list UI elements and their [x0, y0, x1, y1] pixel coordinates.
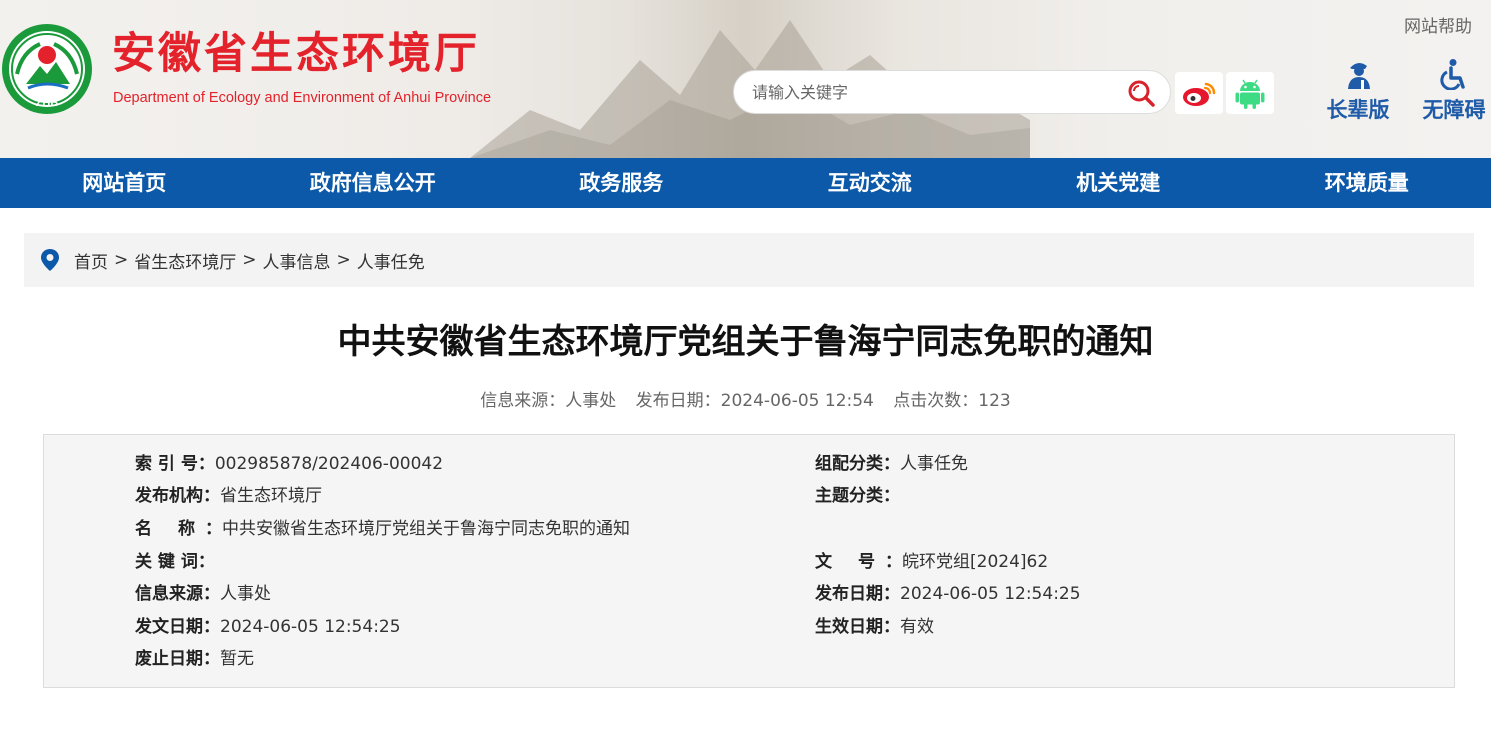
android-icon — [1235, 79, 1265, 109]
info-category-label: 组配分类： — [815, 454, 900, 474]
breadcrumb-separator: > — [336, 250, 351, 270]
info-row-effective: 生效日期：有效 — [815, 611, 934, 643]
info-docno-value: 皖环党组[2024]62 — [902, 552, 1049, 572]
info-row-org: 发布机构：省生态环境厅 — [135, 480, 322, 512]
article-title: 中共安徽省生态环境厅党组关于鲁海宁同志免职的通知 — [337, 322, 1154, 362]
breadcrumb-department[interactable]: 省生态环境厅 — [134, 248, 236, 273]
info-issuedate-label: 发文日期： — [135, 617, 220, 637]
info-name-value: 中共安徽省生态环境厅党组关于鲁海宁同志免职的通知 — [222, 519, 630, 539]
nav-item-party[interactable]: 机关党建 — [994, 158, 1243, 208]
elder-mode-label: 长辈版 — [1326, 98, 1390, 122]
info-index-label: 索 引 号： — [135, 454, 215, 474]
info-row-pubdate: 发布日期：2024-06-05 12:54:25 — [815, 578, 1081, 610]
info-row-docno: 文 号：皖环党组[2024]62 — [815, 546, 1048, 578]
info-org-label: 发布机构： — [135, 486, 220, 506]
elder-mode-button[interactable]: 长辈版 — [1320, 58, 1396, 132]
accessibility-label: 无障碍 — [1422, 98, 1486, 122]
meta-date-label: 发布日期： — [635, 391, 721, 411]
info-expire-label: 废止日期： — [135, 649, 220, 669]
search-box — [733, 70, 1171, 114]
breadcrumb-separator: > — [114, 250, 129, 270]
location-pin-icon — [41, 249, 59, 271]
help-link[interactable]: 网站帮助 — [1404, 12, 1472, 37]
search-icon[interactable] — [1126, 79, 1158, 107]
info-row-topic: 主题分类： — [815, 480, 900, 512]
info-row-name: 名 称：中共安徽省生态环境厅党组关于鲁海宁同志免职的通知 — [135, 513, 630, 545]
info-keywords-label: 关 键 词： — [135, 552, 215, 572]
site-title[interactable]: 安徽省生态环境厅 — [112, 28, 480, 80]
meta-clicks: 123 — [978, 391, 1011, 411]
nav-item-gov-info[interactable]: 政府信息公开 — [249, 158, 498, 208]
elder-mode-icon — [1348, 62, 1370, 90]
breadcrumb-home[interactable]: 首页 — [74, 248, 108, 273]
info-category-value: 人事任免 — [900, 454, 968, 474]
search-input[interactable] — [752, 71, 1112, 113]
breadcrumb-personnel-info[interactable]: 人事信息 — [263, 248, 331, 273]
breadcrumb-separator: > — [242, 250, 257, 270]
meta-source: 人事处 — [565, 391, 617, 411]
weibo-icon — [1183, 82, 1216, 106]
info-issuedate-value: 2024-06-05 12:54:25 — [220, 617, 401, 637]
info-row-issuedate: 发文日期：2024-06-05 12:54:25 — [135, 611, 401, 643]
logo-text: ZHB — [36, 97, 59, 109]
nav-item-services[interactable]: 政务服务 — [497, 158, 746, 208]
nav-item-home[interactable]: 网站首页 — [0, 158, 249, 208]
nav-item-interaction[interactable]: 互动交流 — [746, 158, 995, 208]
accessibility-button[interactable]: 无障碍 — [1416, 58, 1491, 132]
site-header: ZHB 安徽省生态环境厅 Department of Ecology and E… — [0, 0, 1491, 158]
logo-emblem-icon[interactable]: ZHB — [0, 22, 94, 116]
weibo-button[interactable] — [1175, 72, 1223, 114]
info-effective-value: 有效 — [900, 617, 934, 637]
breadcrumb: 首页 > 省生态环境厅 > 人事信息 > 人事任免 — [24, 233, 1474, 287]
info-row-keywords: 关 键 词： — [135, 546, 215, 578]
article-meta: 信息来源：人事处 发布日期：2024-06-05 12:54 点击次数：123 — [0, 387, 1491, 415]
info-source-label: 信息来源： — [135, 584, 220, 604]
info-row-category: 组配分类：人事任免 — [815, 448, 968, 480]
info-docno-label: 文 号： — [815, 552, 902, 572]
meta-source-label: 信息来源： — [480, 391, 566, 411]
info-org-value: 省生态环境厅 — [220, 486, 322, 506]
info-source-value: 人事处 — [220, 584, 271, 604]
meta-clicks-label: 点击次数： — [893, 391, 979, 411]
android-button[interactable] — [1226, 72, 1274, 114]
breadcrumb-appointments[interactable]: 人事任免 — [357, 248, 425, 273]
site-subtitle: Department of Ecology and Environment of… — [113, 90, 492, 106]
info-topic-label: 主题分类： — [815, 486, 900, 506]
info-row-expire: 废止日期：暂无 — [135, 643, 254, 675]
accessibility-icon — [1440, 59, 1465, 90]
meta-date: 2024-06-05 12:54 — [720, 391, 874, 411]
info-effective-label: 生效日期： — [815, 617, 900, 637]
info-pubdate-label: 发布日期： — [815, 584, 900, 604]
info-pubdate-value: 2024-06-05 12:54:25 — [900, 584, 1081, 604]
nav-item-env-quality[interactable]: 环境质量 — [1243, 158, 1491, 208]
info-expire-value: 暂无 — [220, 649, 254, 669]
info-row-source: 信息来源：人事处 — [135, 578, 271, 610]
main-nav: 网站首页 政府信息公开 政务服务 互动交流 机关党建 环境质量 — [0, 158, 1491, 208]
info-name-label: 名 称： — [135, 519, 222, 539]
info-index-value: 002985878/202406-00042 — [214, 454, 444, 474]
info-table: 索 引 号：002985878/202406-00042 组配分类：人事任免 发… — [43, 434, 1455, 688]
info-row-index: 索 引 号：002985878/202406-00042 — [135, 448, 443, 480]
